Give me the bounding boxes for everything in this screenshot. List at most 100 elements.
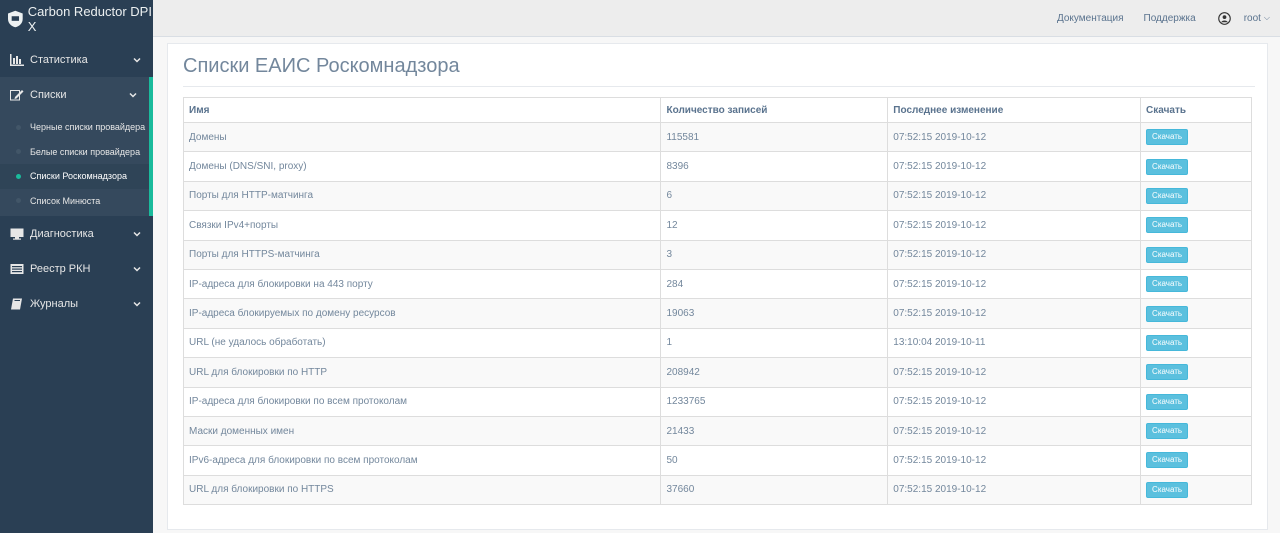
- download-button[interactable]: Скачать: [1146, 187, 1189, 204]
- user-menu[interactable]: root ⌵: [1217, 11, 1270, 25]
- table-row: Маски доменных имен 21433 07:52:15 2019-10…: [182, 415, 1252, 447]
- cell-download: Скачать: [1140, 386, 1252, 417]
- download-button[interactable]: Скачать: [1146, 481, 1189, 498]
- sidebar-item-label: Списки: [30, 88, 67, 101]
- chevron-down-icon: [133, 301, 141, 307]
- table-row: URL для блокировки по HTTPS 37660 07:52:15…: [182, 474, 1252, 506]
- chevron-down-icon: [129, 92, 137, 98]
- download-button[interactable]: Скачать: [1146, 217, 1189, 234]
- table-row: IPv6-адреса для блокировки по всем прото…: [182, 445, 1252, 476]
- cell-count: 1: [660, 327, 889, 359]
- cell-count: 1233765: [660, 386, 889, 417]
- download-button[interactable]: Скачать: [1146, 452, 1189, 469]
- column-header-download: Скачать: [1140, 97, 1252, 123]
- cell-count: 8396: [660, 151, 889, 182]
- cell-count: 21433: [660, 415, 889, 447]
- cell-modified: 07:52:15 2019-10-12: [887, 239, 1142, 270]
- cell-modified: 07:52:15 2019-10-12: [887, 121, 1142, 153]
- cell-count: 115581: [660, 121, 889, 153]
- download-button[interactable]: Скачать: [1146, 276, 1189, 293]
- cell-count: 3: [660, 239, 889, 270]
- app-title: Carbon Reductor DPI X: [27, 3, 152, 34]
- cell-download: Скачать: [1140, 239, 1252, 270]
- username: root: [1243, 12, 1261, 24]
- cell-name: URL для блокировки по HTTPS: [182, 474, 662, 506]
- cell-name: Порты для HTTPS-матчинга: [182, 239, 662, 270]
- cell-download: Скачать: [1140, 415, 1252, 447]
- cell-count: 284: [660, 268, 889, 300]
- download-button[interactable]: Скачать: [1146, 364, 1189, 381]
- cell-download: Скачать: [1140, 474, 1252, 506]
- cell-name: IP-адреса блокируемых по домену ресурсов: [182, 298, 662, 329]
- shield-logo-icon: [8, 10, 23, 27]
- brand[interactable]: Carbon Reductor DPI X: [0, 0, 153, 37]
- user-avatar-icon: [1217, 11, 1231, 25]
- cell-count: 19063: [660, 298, 889, 329]
- sidebar-item-label: Диагностика: [30, 227, 94, 240]
- cell-modified: 07:52:15 2019-10-12: [887, 151, 1142, 182]
- table-row: Домены (DNS/SNI, proxy) 8396 07:52:15 2019…: [182, 151, 1252, 182]
- title-divider: [183, 86, 1255, 87]
- cell-count: 208942: [660, 357, 889, 388]
- cell-name: URL (не удалось обработать): [182, 327, 662, 359]
- submenu-item-rkn-lists[interactable]: Списки Роскомнадзора: [0, 164, 149, 189]
- cell-modified: 07:52:15 2019-10-12: [887, 357, 1142, 388]
- chevron-down-icon: [133, 231, 141, 237]
- cell-name: Домены: [182, 121, 662, 153]
- cell-modified: 07:52:15 2019-10-12: [887, 180, 1142, 212]
- download-button[interactable]: Скачать: [1146, 423, 1189, 440]
- download-button[interactable]: Скачать: [1146, 129, 1189, 146]
- table-row: IP-адреса для блокировки на 443 порту 284…: [182, 268, 1252, 300]
- sidebar-item-lists[interactable]: Списки: [0, 77, 153, 112]
- cell-name: Домены (DNS/SNI, proxy): [182, 151, 662, 182]
- sidebar-item-logs[interactable]: Журналы: [0, 286, 153, 321]
- docs-link[interactable]: Документация: [1057, 13, 1124, 24]
- cell-modified: 07:52:15 2019-10-12: [887, 445, 1142, 476]
- submenu-item-minjust-list[interactable]: Список Минюста: [0, 189, 149, 214]
- submenu-item-provider-whitelists[interactable]: Белые списки провайдера: [0, 140, 149, 165]
- list-icon: [10, 263, 24, 274]
- cell-name: URL для блокировки по HTTP: [182, 357, 662, 388]
- cell-modified: 07:52:15 2019-10-12: [887, 298, 1142, 329]
- sidebar-item-label: Журналы: [30, 297, 79, 310]
- bar-chart-icon: [10, 53, 24, 66]
- lists-table: Имя Количество записей Последнее изменен…: [182, 97, 1252, 506]
- page-title: Списки ЕАИС Роскомнадзора: [183, 55, 460, 77]
- support-link[interactable]: Поддержка: [1144, 13, 1196, 24]
- sidebar-item-rkn-registry[interactable]: Реестр РКН: [0, 251, 153, 286]
- table-row: Порты для HTTPS-матчинга 3 07:52:15 2019-1…: [182, 239, 1252, 270]
- cell-modified: 07:52:15 2019-10-12: [887, 415, 1142, 447]
- download-button[interactable]: Скачать: [1146, 246, 1189, 263]
- download-button[interactable]: Скачать: [1146, 158, 1189, 175]
- sidebar: Carbon Reductor DPI X Статистика Списки …: [0, 0, 153, 533]
- chevron-down-icon: [133, 57, 141, 63]
- download-button[interactable]: Скачать: [1146, 393, 1189, 410]
- cell-count: 50: [660, 445, 889, 476]
- cell-count: 12: [660, 210, 889, 241]
- cell-download: Скачать: [1140, 268, 1252, 300]
- cell-download: Скачать: [1140, 121, 1252, 153]
- table-row: URL для блокировки по HTTP 208942 07:52:15…: [182, 357, 1252, 388]
- cell-download: Скачать: [1140, 445, 1252, 476]
- sidebar-item-diagnostics[interactable]: Диагностика: [0, 216, 153, 251]
- cell-name: Связки IPv4+порты: [182, 210, 662, 241]
- table-row: Порты для HTTP-матчинга 6 07:52:15 2019-10…: [182, 180, 1252, 212]
- cell-name: IP-адреса для блокировки по всем протоко…: [182, 386, 662, 417]
- sidebar-item-statistics[interactable]: Статистика: [0, 42, 153, 77]
- column-header-name: Имя: [182, 97, 662, 123]
- column-header-modified: Последнее изменение: [887, 97, 1142, 123]
- cell-name: Порты для HTTP-матчинга: [182, 180, 662, 212]
- table-row: URL (не удалось обработать) 1 13:10:04 201…: [182, 327, 1252, 359]
- content-panel: Списки ЕАИС Роскомнадзора Имя Количество…: [167, 43, 1268, 530]
- download-button[interactable]: Скачать: [1146, 334, 1189, 351]
- submenu-item-provider-blacklists[interactable]: Черные списки провайдера: [0, 115, 149, 140]
- download-button[interactable]: Скачать: [1146, 305, 1189, 322]
- top-nav: Документация Поддержка root ⌵: [153, 0, 1280, 37]
- cell-modified: 07:52:15 2019-10-12: [887, 268, 1142, 300]
- chevron-down-icon: ⌵: [1263, 13, 1270, 22]
- cell-modified: 07:52:15 2019-10-12: [887, 474, 1142, 506]
- cell-modified: 07:52:15 2019-10-12: [887, 210, 1142, 241]
- cell-name: IP-адреса для блокировки на 443 порту: [182, 268, 662, 300]
- cell-count: 37660: [660, 474, 889, 506]
- chevron-down-icon: [133, 266, 141, 272]
